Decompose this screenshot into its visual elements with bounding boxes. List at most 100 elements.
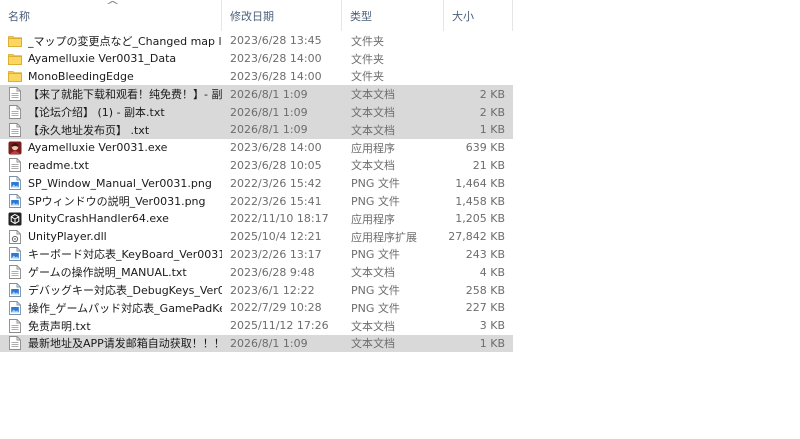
png-file-icon <box>2 283 28 297</box>
folder-icon <box>2 53 28 65</box>
file-name: デバッグキー対応表_DebugKeys_Ver0... <box>28 284 222 298</box>
file-row[interactable]: デバッグキー対応表_DebugKeys_Ver0... 2023/6/1 12:2… <box>0 281 513 299</box>
file-size: 1,205 KB <box>455 212 505 226</box>
column-header-type[interactable]: 类型 <box>342 0 444 31</box>
text-file-icon <box>2 105 28 120</box>
file-name: 【论坛介绍】 (1) - 副本.txt <box>28 106 165 120</box>
column-header-date-label: 修改日期 <box>230 9 274 23</box>
file-name: Ayamelluxie Ver0031.exe <box>28 141 168 155</box>
file-row[interactable]: SPウィンドウの説明_Ver0031.png 2022/3/26 15:41 PNG… <box>0 192 513 210</box>
file-type: PNG 文件 <box>351 284 400 298</box>
unity-exe-icon <box>2 212 28 226</box>
png-file-icon <box>2 300 28 315</box>
file-type: 文本文档 <box>351 106 395 120</box>
column-header-bar: 名称 ^ 修改日期 类型 大小 <box>0 0 513 31</box>
file-name: 最新地址及APP请发邮箱自动获取！！！... <box>28 337 222 351</box>
file-modified-date: 2026/8/1 1:09 <box>230 123 308 137</box>
file-size: 4 KB <box>479 265 505 279</box>
file-type: 文本文档 <box>351 88 395 102</box>
file-row[interactable]: 【来了就能下载和观看！纯免费！】- 副... 2026/8/1 1:09 文本文档 2… <box>0 85 513 104</box>
column-header-type-label: 类型 <box>350 9 372 23</box>
file-modified-date: 2023/6/28 14:00 <box>230 141 322 155</box>
file-row[interactable]: 免责声明.txt 2025/11/12 17:26 文本文档 3 KB <box>0 317 513 335</box>
text-file-icon <box>2 158 28 173</box>
folder-icon <box>2 70 28 83</box>
text-file-icon <box>2 122 28 137</box>
file-row[interactable]: キーボード対応表_KeyBoard_Ver0031.... 2023/2/26 1… <box>0 246 513 264</box>
column-header-date[interactable]: 修改日期 <box>222 0 342 31</box>
file-row[interactable]: UnityCrashHandler64.exe 2022/11/10 18:17 应… <box>0 210 513 228</box>
file-size: 1,458 KB <box>455 194 505 208</box>
file-row[interactable]: _マップの変更点など_Changed map lo... 2023/6/28 13… <box>0 32 513 50</box>
file-name: ゲームの操作説明_MANUAL.txt <box>28 266 187 280</box>
file-row[interactable]: UnityPlayer.dll 2025/10/4 12:21 应用程序扩展 27,8… <box>0 228 513 246</box>
text-file-icon <box>2 265 28 280</box>
file-row[interactable]: SP_Window_Manual_Ver0031.png 2022/3/26 15… <box>0 174 513 192</box>
file-size: 1 KB <box>479 123 505 137</box>
file-name: Ayamelluxie Ver0031_Data <box>28 52 177 66</box>
file-size: 21 KB <box>472 158 505 172</box>
file-row[interactable]: MonoBleedingEdge 2023/6/28 14:00 文件夹 <box>0 68 513 86</box>
file-type: PNG 文件 <box>351 301 400 315</box>
file-type: 文本文档 <box>351 159 395 173</box>
column-header-size[interactable]: 大小 <box>444 0 513 31</box>
file-modified-date: 2022/3/26 15:42 <box>230 176 322 190</box>
file-type: 应用程序扩展 <box>351 230 417 244</box>
file-modified-date: 2022/7/29 10:28 <box>230 301 322 315</box>
file-size: 1 KB <box>479 336 505 350</box>
file-name: 免责声明.txt <box>28 319 91 333</box>
file-modified-date: 2023/2/26 13:17 <box>230 247 322 261</box>
file-name: UnityPlayer.dll <box>28 230 107 244</box>
file-row[interactable]: Ayamelluxie Ver0031.exe 2023/6/28 14:00 应用… <box>0 139 513 157</box>
file-modified-date: 2022/11/10 18:17 <box>230 212 329 226</box>
file-modified-date: 2023/6/28 14:00 <box>230 52 322 66</box>
file-type: 文本文档 <box>351 319 395 333</box>
file-list: _マップの変更点など_Changed map lo... 2023/6/28 13… <box>0 32 513 353</box>
file-type: 文本文档 <box>351 266 395 280</box>
text-file-icon <box>2 318 28 333</box>
file-type: 文件夹 <box>351 34 384 48</box>
dll-file-icon <box>2 229 28 244</box>
column-header-name-label: 名称 <box>8 9 30 23</box>
file-type: 文本文档 <box>351 337 395 351</box>
file-modified-date: 2022/3/26 15:41 <box>230 194 322 208</box>
file-modified-date: 2023/6/1 12:22 <box>230 283 315 297</box>
file-modified-date: 2026/8/1 1:09 <box>230 336 308 350</box>
column-header-name[interactable]: 名称 ^ <box>0 0 222 31</box>
column-header-size-label: 大小 <box>452 9 474 23</box>
file-name: 【永久地址发布页】 .txt <box>28 123 150 137</box>
file-size: 1,464 KB <box>455 176 505 190</box>
file-modified-date: 2025/11/12 17:26 <box>230 319 329 333</box>
file-name: _マップの変更点など_Changed map lo... <box>28 34 222 48</box>
text-file-icon <box>2 87 28 102</box>
folder-icon <box>2 35 28 47</box>
file-size: 639 KB <box>465 141 505 155</box>
file-size: 2 KB <box>479 87 505 101</box>
png-file-icon <box>2 247 28 262</box>
file-explorer: 名称 ^ 修改日期 类型 大小 _マップの変更点など_Changed map l… <box>0 0 800 439</box>
sort-ascending-icon: ^ <box>105 0 120 12</box>
file-row[interactable]: readme.txt 2023/6/28 10:05 文本文档 21 KB <box>0 157 513 175</box>
file-row[interactable]: 【论坛介绍】 (1) - 副本.txt 2026/8/1 1:09 文本文档 2 KB <box>0 103 513 121</box>
file-modified-date: 2026/8/1 1:09 <box>230 105 308 119</box>
file-row[interactable]: ゲームの操作説明_MANUAL.txt 2023/6/28 9:48 文本文档 4 K… <box>0 263 513 281</box>
png-file-icon <box>2 176 28 191</box>
file-modified-date: 2023/6/28 9:48 <box>230 265 315 279</box>
file-size: 258 KB <box>465 283 505 297</box>
file-type: 文件夹 <box>351 52 384 66</box>
file-size: 3 KB <box>479 319 505 333</box>
file-name: SP_Window_Manual_Ver0031.png <box>28 176 212 190</box>
game-exe-icon <box>2 141 28 155</box>
file-size: 2 KB <box>479 105 505 119</box>
text-file-icon <box>2 336 28 351</box>
file-row[interactable]: Ayamelluxie Ver0031_Data 2023/6/28 14:00 文… <box>0 50 513 68</box>
file-type: 文件夹 <box>351 70 384 84</box>
file-modified-date: 2023/6/28 13:45 <box>230 34 322 48</box>
file-row[interactable]: 最新地址及APP请发邮箱自动获取！！！... 2026/8/1 1:09 文本文档 1… <box>0 334 513 353</box>
file-modified-date: 2026/8/1 1:09 <box>230 87 308 101</box>
file-type: PNG 文件 <box>351 177 400 191</box>
file-row[interactable]: 【永久地址发布页】 .txt 2026/8/1 1:09 文本文档 1 KB <box>0 120 513 139</box>
file-name: SPウィンドウの説明_Ver0031.png <box>28 195 206 209</box>
file-name: UnityCrashHandler64.exe <box>28 212 169 226</box>
file-row[interactable]: 操作_ゲームパッド対応表_GamePadKe... 2022/7/29 10:28… <box>0 299 513 317</box>
